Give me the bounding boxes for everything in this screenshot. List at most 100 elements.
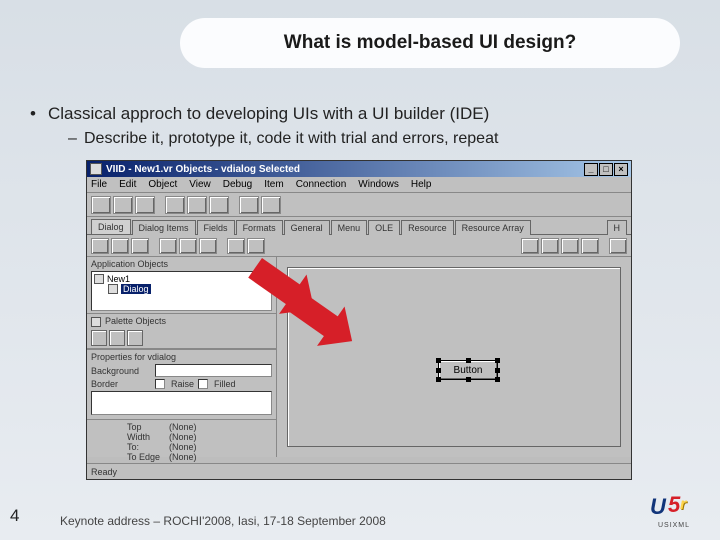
design-canvas[interactable]: Button [277,257,631,457]
properties-title: Properties for vdialog [91,352,272,362]
toolbar-copy-icon[interactable] [187,196,207,214]
status-text: Ready [91,467,117,477]
tree-node-icon [108,284,118,294]
tree-root-icon [94,274,104,284]
logo-subtext: USIXML [650,522,698,529]
bullet-main: Classical approch to developing UIs with… [26,104,700,124]
ctl-play-icon[interactable] [541,238,559,254]
toolbar-run-icon[interactable] [239,196,259,214]
objects-label: Application Objects [91,259,272,269]
toolbar-save-icon[interactable] [135,196,155,214]
tab-help-icon[interactable]: H [607,220,628,235]
tab-resource-array[interactable]: Resource Array [455,220,531,235]
object-tree[interactable]: New1 Dialog [91,271,272,311]
resize-handle[interactable] [466,377,471,382]
prop-extra-field[interactable] [91,391,272,415]
tab-menu[interactable]: Menu [331,220,368,235]
ctl-end-icon[interactable] [581,238,599,254]
tab-strip: Dialog Dialog Items Fields Formats Gener… [87,217,631,235]
tab-dialog[interactable]: Dialog [91,219,131,234]
ctl-pointer-icon[interactable] [91,238,109,254]
close-button[interactable]: × [614,163,628,176]
palette-item-1-icon[interactable] [91,330,107,346]
menu-file[interactable]: File [91,179,107,190]
prop-border-label: Border [91,379,151,389]
ctl-prev-icon[interactable] [521,238,539,254]
resize-handle[interactable] [436,377,441,382]
toolbar-paste-icon[interactable] [209,196,229,214]
main-toolbar [87,193,631,217]
menu-item[interactable]: Item [264,179,283,190]
coord-width-label: Width [127,432,165,442]
ctl-misc-icon[interactable] [609,238,627,254]
tab-formats[interactable]: Formats [236,220,283,235]
menu-debug[interactable]: Debug [223,179,252,190]
palette-label: Palette Objects [105,316,166,326]
resize-handle[interactable] [466,358,471,363]
bullet-list: Classical approch to developing UIs with… [26,104,700,148]
tab-resource[interactable]: Resource [401,220,454,235]
coord-toedge-label: To Edge [127,452,165,462]
menu-object[interactable]: Object [148,179,177,190]
statusbar: Ready [87,463,631,479]
window-titlebar: VIID - New1.vr Objects - vdialog Selecte… [87,161,631,177]
resize-handle[interactable] [495,358,500,363]
palette-item-2-icon[interactable] [109,330,125,346]
tree-root[interactable]: New1 [107,274,130,284]
prop-raise-checkbox[interactable] [155,379,165,389]
workspace: Application Objects New1 Dialog Palette … [87,257,631,457]
toolbar-cut-icon[interactable] [165,196,185,214]
ctl-list-icon[interactable] [227,238,245,254]
menu-help[interactable]: Help [411,179,432,190]
tab-dialog-items[interactable]: Dialog Items [132,220,196,235]
placed-button-control[interactable]: Button [438,360,498,380]
menu-view[interactable]: View [189,179,211,190]
menu-edit[interactable]: Edit [119,179,136,190]
resize-handle[interactable] [495,377,500,382]
ctl-label-icon[interactable] [111,238,129,254]
window-title: VIID - New1.vr Objects - vdialog Selecte… [106,164,300,175]
coord-top-value: (None) [169,422,197,432]
control-toolbar [87,235,631,257]
resize-handle[interactable] [495,368,500,373]
coord-toedge-value: (None) [169,452,197,462]
ctl-next-icon[interactable] [561,238,579,254]
toolbar-open-icon[interactable] [113,196,133,214]
prop-raise-label: Raise [171,379,194,389]
page-number: 4 [10,506,19,526]
usixml-logo: U5r USIXML [650,492,710,536]
prop-filled-checkbox[interactable] [198,379,208,389]
prop-background-field[interactable] [155,364,272,377]
palette-expand-icon[interactable] [91,317,101,327]
menubar: File Edit Object View Debug Item Connect… [87,177,631,193]
left-panel: Application Objects New1 Dialog Palette … [87,257,277,457]
ctl-button-icon[interactable] [159,238,177,254]
resize-handle[interactable] [436,368,441,373]
maximize-button[interactable]: □ [599,163,613,176]
menu-windows[interactable]: Windows [358,179,399,190]
bullet-sub: Describe it, prototype it, code it with … [26,130,700,148]
tab-fields[interactable]: Fields [197,220,235,235]
footer-text: Keynote address – ROCHI'2008, Iasi, 17-1… [60,514,386,528]
ctl-radio-icon[interactable] [199,238,217,254]
coord-to-value: (None) [169,442,197,452]
coord-width-value: (None) [169,432,197,442]
palette-item-3-icon[interactable] [127,330,143,346]
minimize-button[interactable]: _ [584,163,598,176]
ctl-combo-icon[interactable] [247,238,265,254]
tab-ole[interactable]: OLE [368,220,400,235]
coord-top-label: Top [127,422,165,432]
coord-to-label: To: [127,442,165,452]
coordinates-block: Top (None) Width (None) To: (None) To Edge (… [87,419,276,464]
ctl-check-icon[interactable] [179,238,197,254]
ctl-edit-icon[interactable] [131,238,149,254]
placed-button-label: Button [454,365,483,376]
tab-general[interactable]: General [284,220,330,235]
resize-handle[interactable] [436,358,441,363]
app-icon [90,163,102,175]
toolbar-stop-icon[interactable] [261,196,281,214]
tree-selected[interactable]: Dialog [121,284,151,294]
toolbar-new-icon[interactable] [91,196,111,214]
prop-background-label: Background [91,366,151,376]
menu-connection[interactable]: Connection [296,179,347,190]
